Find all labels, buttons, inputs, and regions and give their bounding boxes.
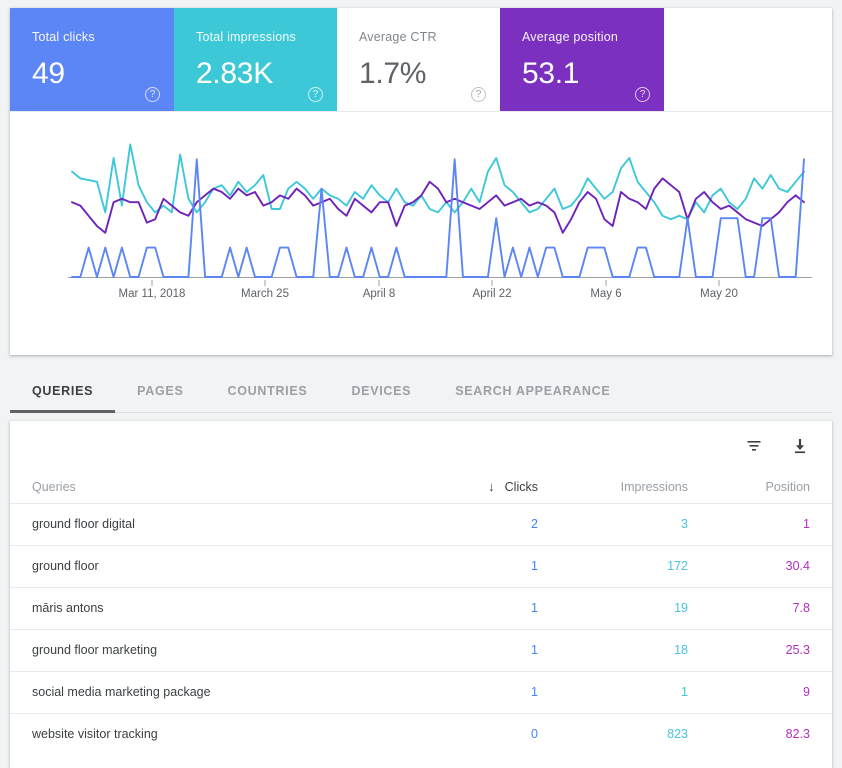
filter-icon-glyph	[747, 441, 761, 451]
cell-impressions: 19	[674, 601, 688, 615]
chart-x-axis: Mar 11, 2018 March 25 April 8 April 22 May 6…	[10, 288, 832, 308]
tab-pages[interactable]: PAGES	[115, 369, 205, 413]
metric-value: 2.83K	[196, 57, 273, 90]
chart-x-tick-label: April 8	[362, 288, 396, 300]
cell-clicks: 1	[531, 643, 538, 657]
column-header-queries[interactable]: Queries	[10, 471, 410, 503]
tab-queries[interactable]: QUERIES	[10, 369, 116, 413]
chart-x-tick-label: Mar 11, 2018	[118, 288, 186, 300]
chart-line-impressions	[71, 143, 805, 221]
sort-descending-icon: ↓	[488, 479, 495, 495]
metric-card-total-clicks[interactable]: Total clicks 49 ?	[10, 8, 174, 111]
help-icon[interactable]: ?	[145, 87, 160, 102]
download-icon[interactable]	[788, 434, 812, 458]
tab-countries[interactable]: COUNTRIES	[206, 369, 330, 413]
cell-clicks: 0	[531, 727, 538, 742]
column-header-position[interactable]: Position	[710, 471, 832, 503]
cell-clicks: 1	[531, 559, 538, 573]
metric-label: Total clicks	[32, 30, 95, 44]
cell-impressions: 823	[667, 727, 688, 742]
performance-chart: Mar 11, 2018 March 25 April 8 April 22 May 6…	[10, 112, 832, 355]
filter-icon[interactable]	[742, 434, 766, 458]
queries-table: Queries ↓ Clicks Impressions Position gro…	[10, 471, 832, 755]
chart-line-clicks	[71, 158, 805, 278]
cell-position: 82.3	[785, 727, 810, 742]
tab-label: SEARCH APPEARANCE	[455, 384, 611, 398]
metric-value: 53.1	[522, 57, 580, 90]
column-header-label: Clicks	[504, 480, 538, 495]
chart-x-tick-label: April 22	[472, 288, 512, 300]
cell-impressions: 172	[667, 559, 688, 573]
cell-query[interactable]: ground floor	[10, 545, 410, 587]
column-header-label: Position	[765, 479, 810, 494]
tab-devices[interactable]: DEVICES	[329, 369, 433, 413]
dimension-tabs: QUERIES PAGES COUNTRIES DEVICES SEARCH APPEA…	[10, 369, 832, 413]
help-icon[interactable]: ?	[308, 87, 323, 102]
cell-query[interactable]: website visitor tracking	[10, 713, 410, 755]
column-header-impressions[interactable]: Impressions	[560, 471, 710, 503]
cell-clicks: 2	[531, 517, 538, 531]
help-icon[interactable]: ?	[471, 87, 486, 102]
tab-label: PAGES	[137, 384, 184, 398]
table-row[interactable]: ground floor 1 172 30.4	[10, 545, 832, 587]
table-header: Queries ↓ Clicks Impressions Position	[10, 471, 832, 503]
cell-impressions: 18	[674, 643, 688, 657]
tab-label: DEVICES	[351, 384, 412, 398]
chart-x-tick-label: May 6	[590, 288, 622, 300]
cell-query[interactable]: ground floor digital	[10, 503, 410, 545]
metric-value: 1.7%	[359, 57, 427, 90]
table-row[interactable]: ground floor digital 2 3 1	[10, 503, 832, 545]
tab-label: QUERIES	[32, 384, 94, 398]
cell-query[interactable]: ground floor marketing	[10, 629, 410, 671]
cell-query[interactable]: māris antons	[10, 587, 410, 629]
table-header-row: Queries ↓ Clicks Impressions Position	[10, 471, 832, 503]
queries-table-card: Queries ↓ Clicks Impressions Position gro…	[10, 421, 832, 768]
metric-cards-row: Total clicks 49 ? Total impressions 2.83…	[10, 8, 832, 111]
cell-clicks: 1	[531, 601, 538, 615]
table-row[interactable]: social media marketing package 1 1 9	[10, 671, 832, 713]
performance-overview-card: Total clicks 49 ? Total impressions 2.83…	[10, 8, 832, 355]
cell-position: 30.4	[785, 559, 810, 573]
table-row[interactable]: māris antons 1 19 7.8	[10, 587, 832, 629]
metric-value: 49	[32, 57, 65, 90]
cell-position: 7.8	[792, 601, 810, 615]
metric-label: Average position	[522, 30, 619, 44]
chart-x-tick-label: May 20	[700, 288, 738, 300]
column-header-clicks[interactable]: ↓ Clicks	[410, 471, 560, 503]
search-performance-page: Total clicks 49 ? Total impressions 2.83…	[0, 0, 842, 768]
metric-cards-filler	[664, 8, 832, 111]
metric-label: Average CTR	[359, 30, 437, 44]
metric-card-average-position[interactable]: Average position 53.1 ?	[500, 8, 664, 111]
metric-card-average-ctr[interactable]: Average CTR 1.7% ?	[337, 8, 500, 111]
metric-card-total-impressions[interactable]: Total impressions 2.83K ?	[174, 8, 337, 111]
download-icon-glyph	[795, 439, 805, 454]
cell-clicks: 1	[531, 685, 538, 699]
chart-x-tick-label: March 25	[241, 288, 289, 300]
table-row[interactable]: ground floor marketing 1 18 25.3	[10, 629, 832, 671]
table-toolbar	[10, 421, 832, 471]
tab-label: COUNTRIES	[227, 384, 308, 398]
help-icon[interactable]: ?	[635, 87, 650, 102]
cell-query[interactable]: social media marketing package	[10, 671, 410, 713]
cell-impressions: 3	[681, 517, 688, 531]
table-row[interactable]: website visitor tracking 0 823 82.3	[10, 713, 832, 755]
cell-position: 1	[803, 517, 810, 531]
cell-impressions: 1	[681, 685, 688, 699]
table-body: ground floor digital 2 3 1 ground floor 1 172 3…	[10, 503, 832, 755]
metric-label: Total impressions	[196, 30, 296, 44]
column-header-label: Impressions	[620, 479, 688, 494]
tab-search-appearance[interactable]: SEARCH APPEARANCE	[433, 369, 632, 413]
column-header-label: Queries	[32, 479, 76, 494]
cell-position: 25.3	[785, 643, 810, 657]
performance-chart-svg	[68, 143, 812, 286]
cell-position: 9	[803, 685, 810, 699]
